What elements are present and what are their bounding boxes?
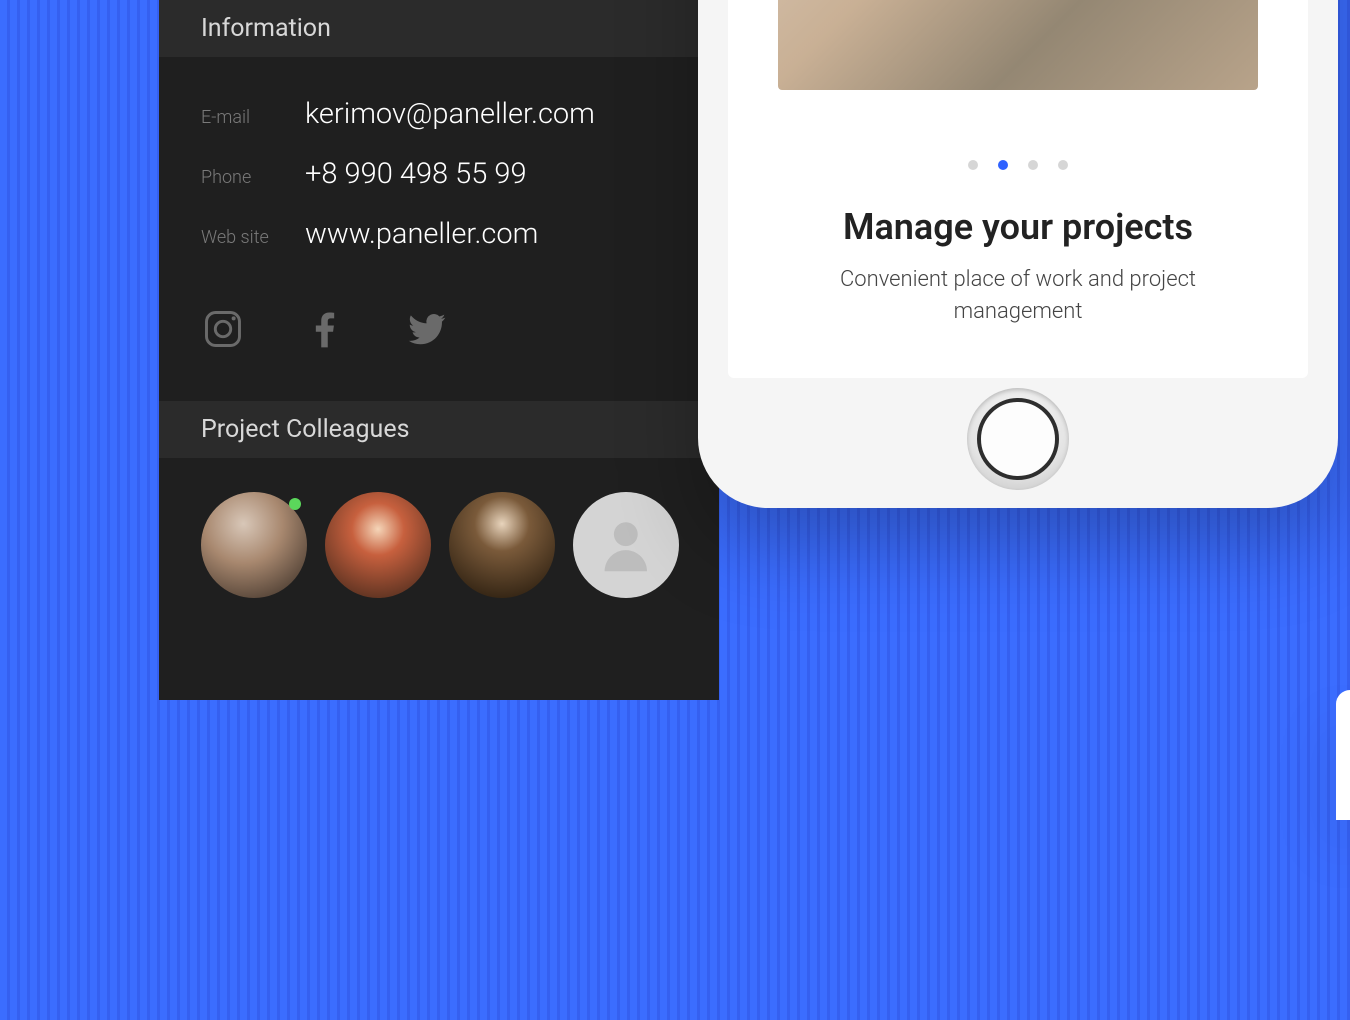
website-value[interactable]: www.paneller.com [305,217,538,251]
twitter-icon[interactable] [405,307,449,351]
page-dot[interactable] [1058,160,1068,170]
info-row-email: E-mail kerimov@paneller.com [201,97,679,131]
colleague-avatar[interactable] [325,492,431,598]
info-row-website: Web site www.paneller.com [201,217,679,251]
phone-mockup: Manage your projects Convenient place of… [698,0,1338,508]
colleague-avatar[interactable] [201,492,307,598]
instagram-icon[interactable] [201,307,245,351]
email-label: E-mail [201,107,305,128]
onboarding-title: Manage your projects [728,206,1308,248]
page-indicator [728,160,1308,170]
phone-label: Phone [201,167,305,188]
information-header: Information [159,0,719,57]
email-value[interactable]: kerimov@paneller.com [305,97,595,131]
colleagues-body [159,458,719,638]
onboarding-subtitle: Convenient place of work and project man… [728,264,1308,378]
profile-card: Information E-mail kerimov@paneller.com … [159,0,719,700]
page-dot[interactable] [1028,160,1038,170]
colleague-avatar-placeholder[interactable] [573,492,679,598]
social-row [201,307,679,351]
home-button[interactable] [967,388,1069,490]
home-button-ring-icon [977,398,1059,480]
colleague-avatar[interactable] [449,492,555,598]
colleagues-header: Project Colleagues [159,401,719,458]
partial-phone-peek [1336,690,1350,820]
info-row-phone: Phone +8 990 498 55 99 [201,157,679,191]
information-body: E-mail kerimov@paneller.com Phone +8 990… [159,57,719,401]
website-label: Web site [201,227,305,248]
page-dot-active[interactable] [998,160,1008,170]
onboarding-image [778,0,1258,90]
person-icon [594,513,658,577]
phone-value[interactable]: +8 990 498 55 99 [305,157,527,191]
page-dot[interactable] [968,160,978,170]
phone-screen: Manage your projects Convenient place of… [728,0,1308,378]
presence-online-icon [289,498,301,510]
facebook-icon[interactable] [303,307,347,351]
